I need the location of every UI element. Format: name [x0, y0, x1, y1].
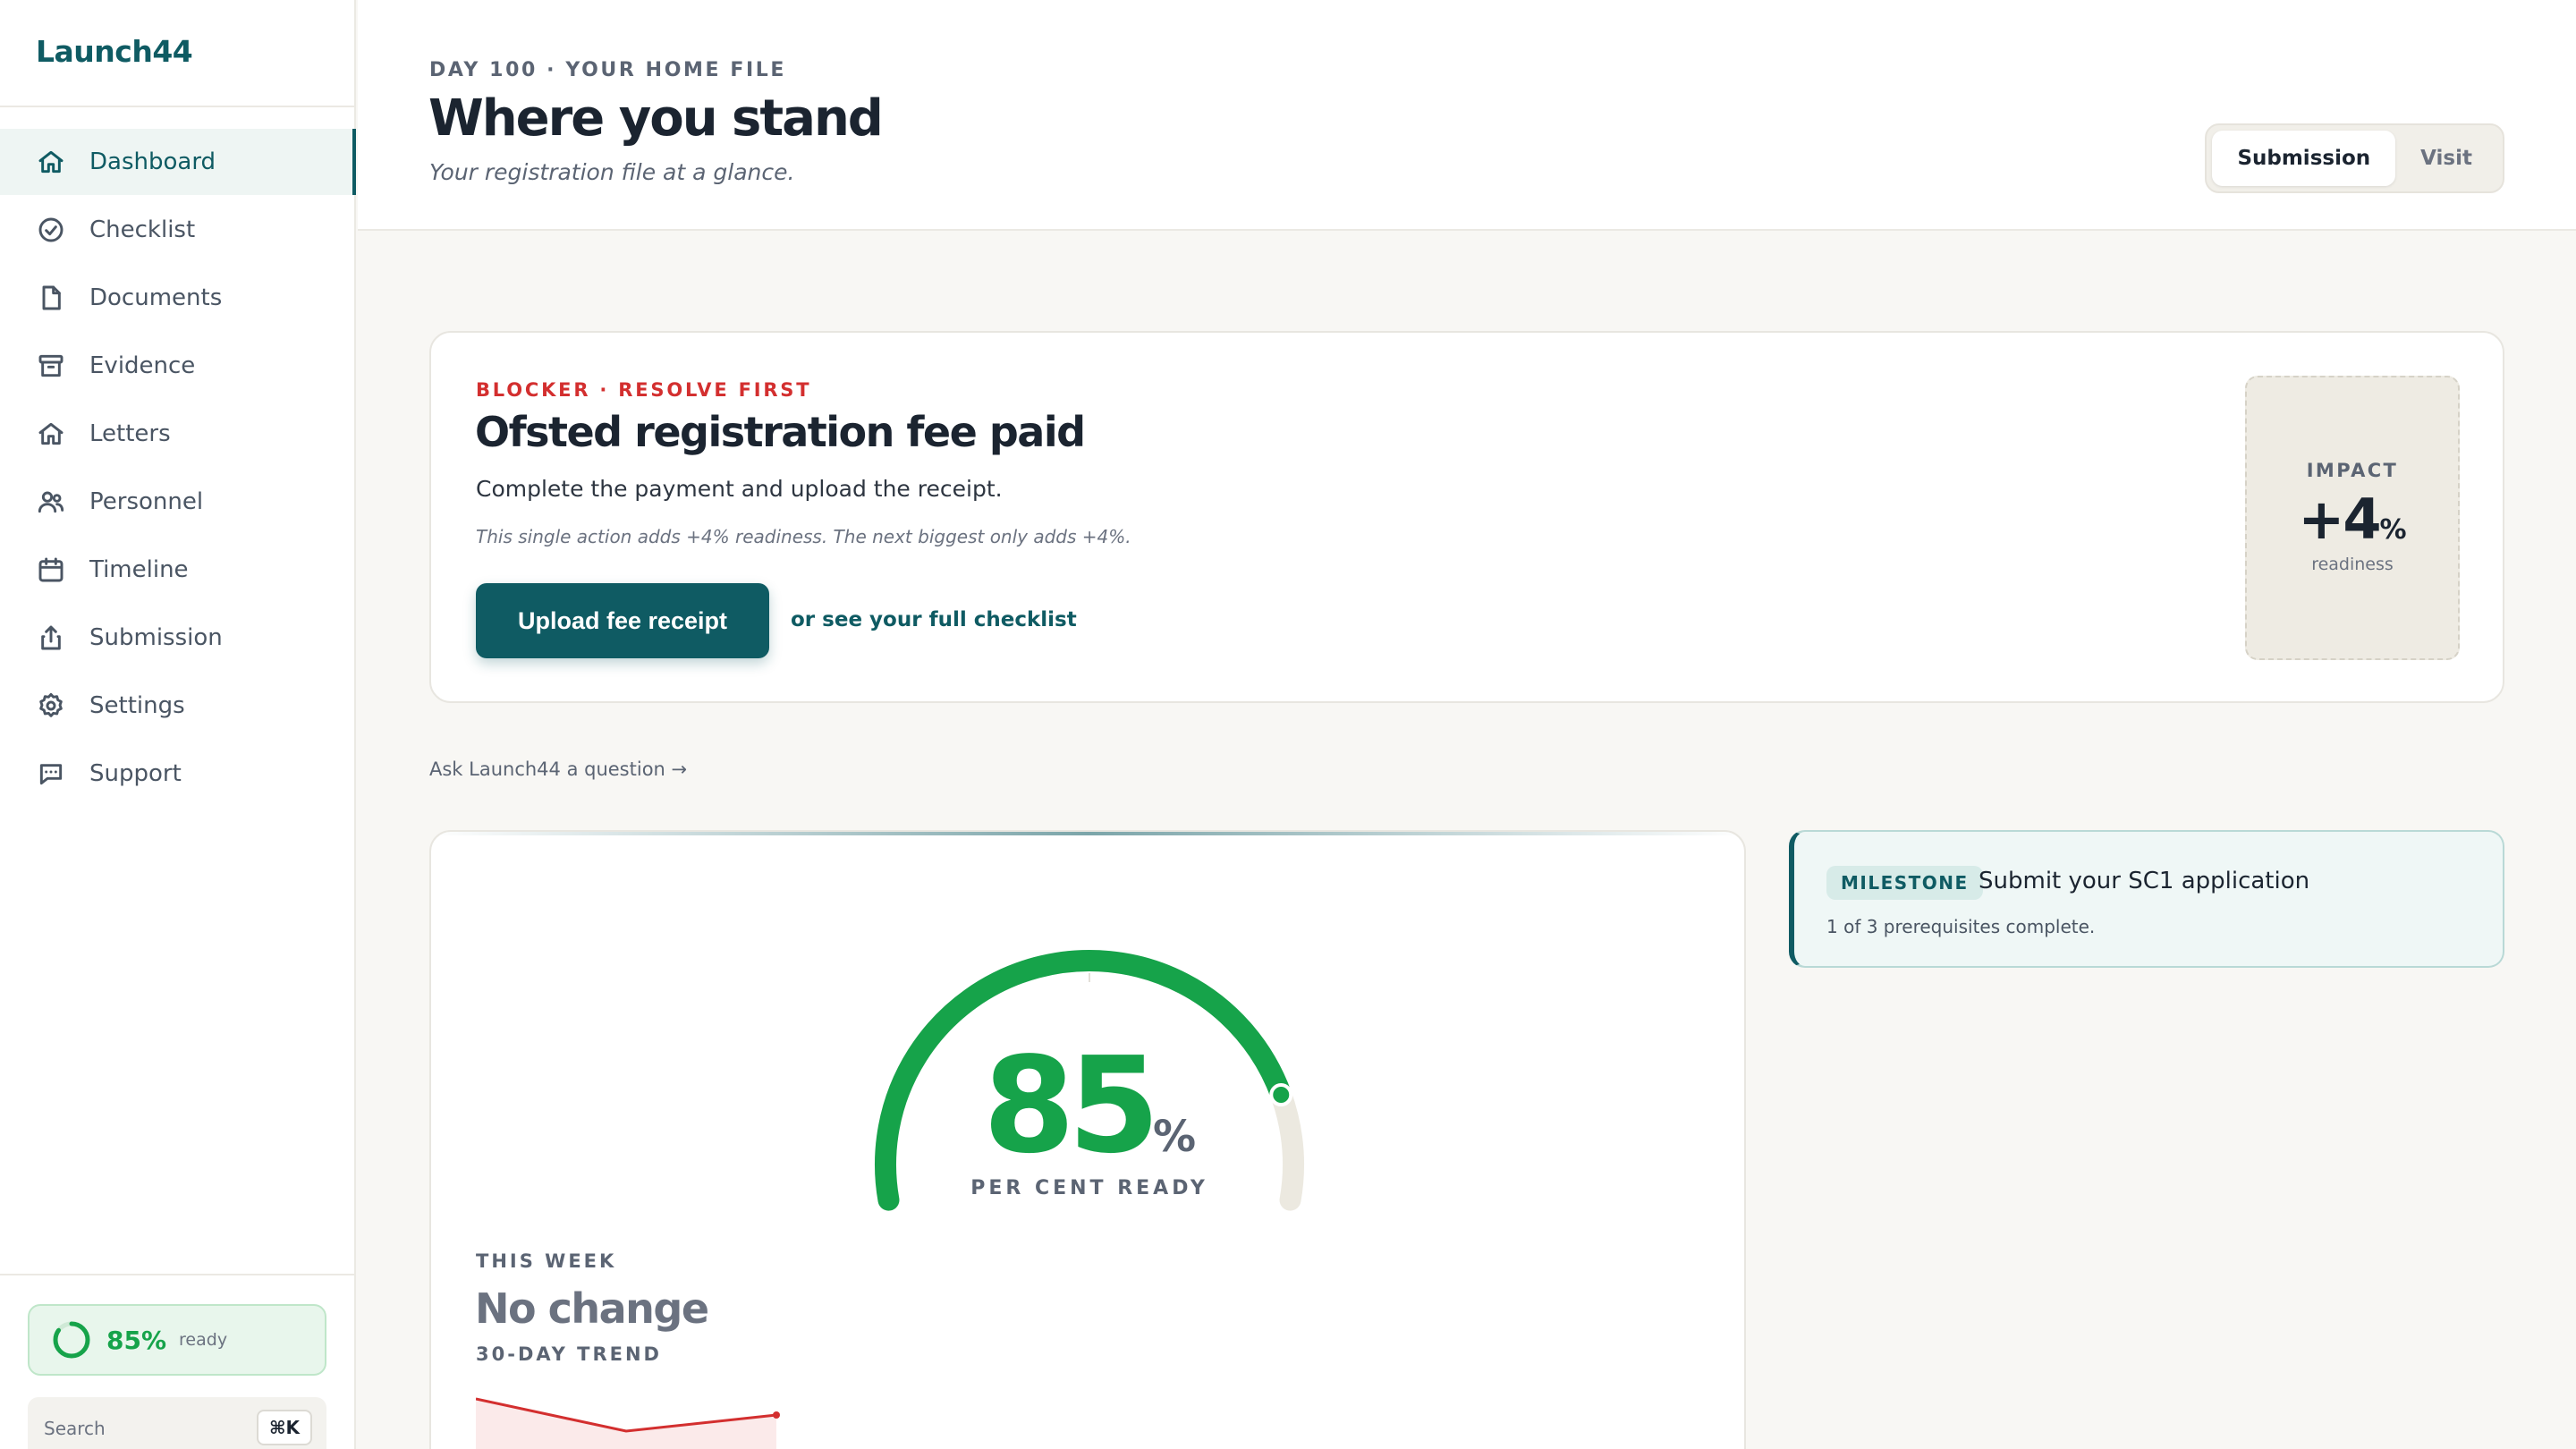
sidebar-nav: Dashboard Checklist Documents Evidence L…: [0, 129, 356, 809]
divider: [0, 106, 356, 107]
readiness-label: ready: [179, 1330, 228, 1350]
sidebar-item-timeline[interactable]: Timeline: [0, 537, 356, 603]
view-toggle: Submission Visit: [2205, 123, 2504, 193]
impact-unit: %: [2379, 514, 2407, 546]
sidebar-item-label: Submission: [89, 624, 223, 651]
impact-box: IMPACT +4% readiness: [2245, 376, 2460, 660]
sidebar-item-label: Evidence: [89, 352, 196, 379]
blocker-eyebrow: BLOCKER · RESOLVE FIRST: [476, 379, 812, 401]
milestone-title: Submit your SC1 application: [1979, 868, 2310, 894]
blocker-note: This single action adds +4% readiness. T…: [476, 526, 1131, 547]
document-icon: [36, 283, 66, 313]
sidebar-item-label: Documents: [89, 284, 223, 311]
sidebar-item-settings[interactable]: Settings: [0, 673, 356, 739]
tab-visit[interactable]: Visit: [2395, 131, 2497, 186]
sidebar-item-label: Personnel: [89, 488, 204, 515]
gauge-caption: PER CENT READY: [970, 1177, 1208, 1199]
sidebar: Launch44 Dashboard Checklist Documents E…: [0, 0, 356, 1449]
this-week-value: No change: [475, 1284, 709, 1333]
search-input[interactable]: Search ⌘K: [28, 1397, 326, 1449]
home-icon: [36, 419, 66, 449]
trend-last-point: [773, 1411, 780, 1419]
sidebar-item-label: Checklist: [89, 216, 196, 243]
readiness-ring: [53, 1321, 90, 1359]
blocker-card: BLOCKER · RESOLVE FIRST Ofsted registrat…: [429, 331, 2504, 703]
page-title: Where you stand: [428, 89, 884, 148]
readiness-number: 85: [982, 1029, 1160, 1182]
upload-fee-receipt-button[interactable]: Upload fee receipt: [476, 583, 769, 658]
share-upload-icon: [36, 623, 66, 653]
ask-question-link[interactable]: Ask Launch44 a question →: [429, 758, 687, 780]
sidebar-item-support[interactable]: Support: [0, 741, 356, 807]
chat-icon: [36, 758, 66, 789]
milestone-badge: MILESTONE: [1826, 866, 1983, 900]
this-week-label: THIS WEEK: [476, 1250, 617, 1272]
archive-icon: [36, 351, 66, 381]
milestone-subtitle: 1 of 3 prerequisites complete.: [1826, 916, 2096, 937]
sidebar-item-documents[interactable]: Documents: [0, 265, 356, 331]
users-icon: [36, 487, 66, 517]
trend-label: 30-DAY TREND: [476, 1343, 662, 1365]
brand-logo[interactable]: Launch44: [36, 34, 193, 69]
blocker-title: Ofsted registration fee paid: [475, 408, 1086, 456]
page-eyebrow: DAY 100 · YOUR HOME FILE: [429, 59, 787, 81]
gear-icon: [36, 691, 66, 721]
blocker-description: Complete the payment and upload the rece…: [476, 476, 1003, 502]
sidebar-item-label: Letters: [89, 420, 171, 447]
full-checklist-link[interactable]: or see your full checklist: [791, 608, 1077, 631]
milestone-card[interactable]: MILESTONE Submit your SC1 application 1 …: [1789, 830, 2504, 968]
sidebar-item-label: Timeline: [89, 556, 189, 583]
impact-label: IMPACT: [2306, 460, 2399, 481]
sidebar-item-evidence[interactable]: Evidence: [0, 333, 356, 399]
home-icon: [36, 147, 66, 177]
sidebar-item-label: Dashboard: [89, 148, 216, 175]
sidebar-item-checklist[interactable]: Checklist: [0, 197, 356, 263]
sidebar-item-label: Settings: [89, 692, 185, 719]
check-circle-icon: [36, 215, 66, 245]
readiness-value: 85%: [106, 1325, 167, 1355]
trend-sparkline: [476, 1397, 780, 1449]
keyboard-shortcut: ⌘K: [256, 1410, 312, 1445]
tab-submission[interactable]: Submission: [2212, 131, 2396, 186]
readiness-unit: %: [1152, 1112, 1197, 1162]
trend-area: [476, 1399, 776, 1449]
impact-number: +4: [2298, 487, 2381, 552]
search-placeholder: Search: [44, 1418, 106, 1439]
sidebar-item-personnel[interactable]: Personnel: [0, 469, 356, 535]
impact-sublabel: readiness: [2311, 555, 2394, 574]
divider: [0, 1274, 356, 1275]
readiness-percentage: 85%: [431, 1039, 1744, 1172]
impact-value: +4%: [2247, 487, 2458, 552]
readiness-card: 85% PER CENT READY THIS WEEK No change 3…: [429, 830, 1746, 1449]
sidebar-item-submission[interactable]: Submission: [0, 605, 356, 671]
page-subtitle: Your registration file at a glance.: [429, 159, 795, 185]
page-header: DAY 100 · YOUR HOME FILE Where you stand…: [358, 0, 2576, 231]
sidebar-item-dashboard[interactable]: Dashboard: [0, 129, 356, 195]
calendar-icon: [36, 555, 66, 585]
sidebar-item-letters[interactable]: Letters: [0, 401, 356, 467]
sidebar-item-label: Support: [89, 760, 182, 787]
readiness-pill[interactable]: 85% ready: [28, 1304, 326, 1376]
